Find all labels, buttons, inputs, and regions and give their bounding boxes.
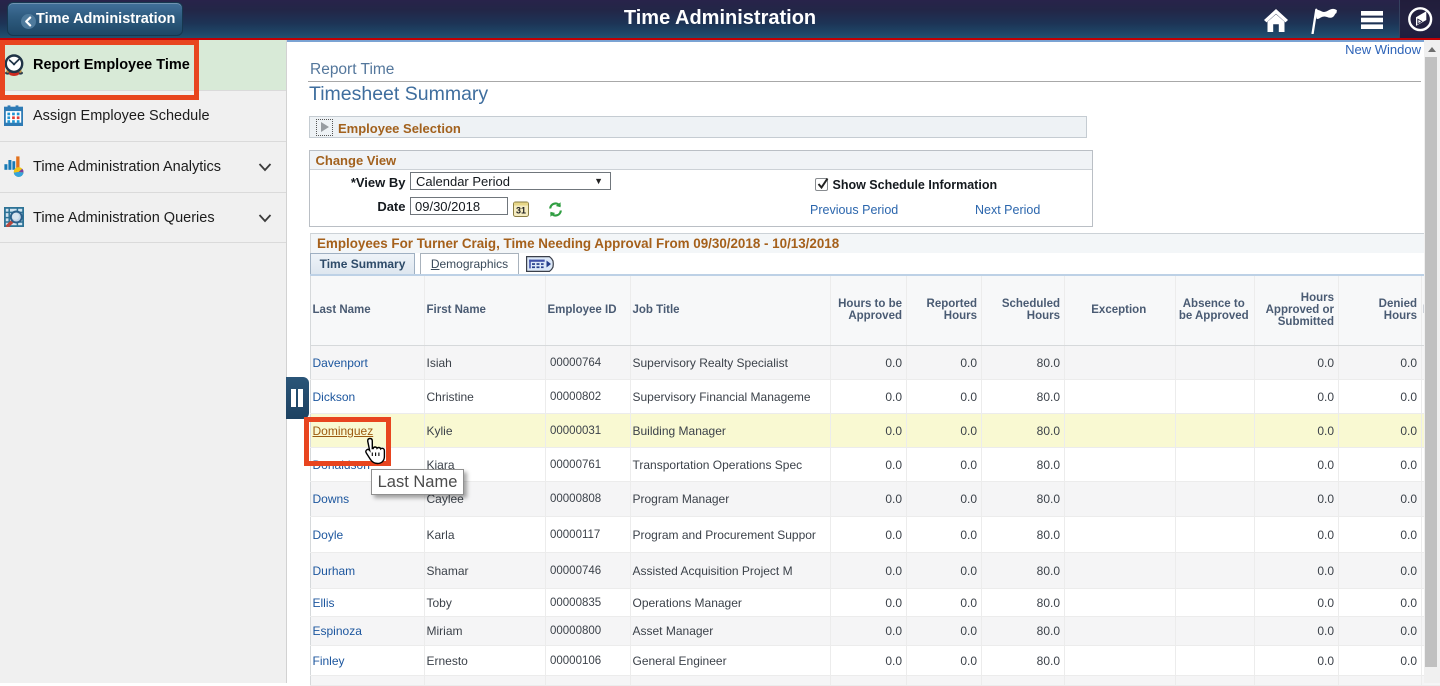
svg-text:31: 31 — [516, 206, 526, 216]
